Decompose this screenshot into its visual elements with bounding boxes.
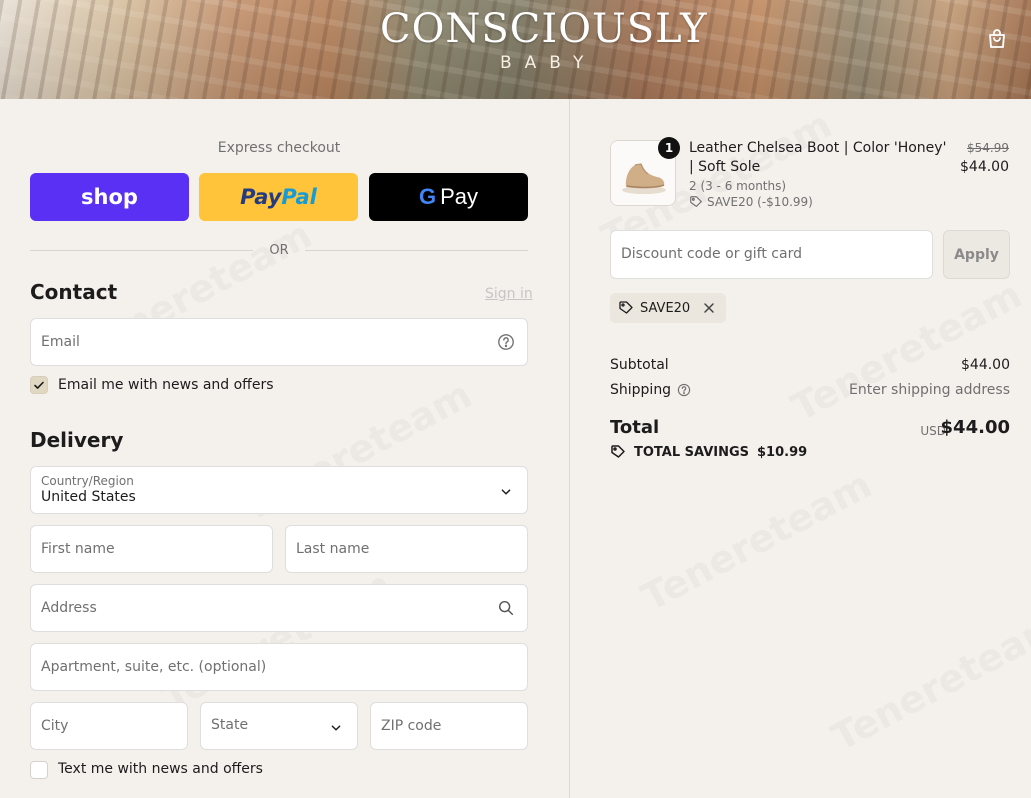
brand-logo[interactable]: CONSCIOUSLY BABY [380,6,708,82]
shop-pay-button[interactable]: shop [30,173,189,221]
shop-pay-label: shop [81,185,138,209]
chevron-down-icon [331,725,341,731]
search-icon [498,600,514,616]
checkmark-icon [34,381,44,389]
product-name: Leather Chelsea Boot | Color 'Honey' | S… [689,140,947,175]
checkout-form-column: Tenereteam Tenereteam Tenereteam Express… [0,99,569,798]
apartment-field[interactable]: Apartment, suite, etc. (optional) [30,643,528,691]
delivery-heading: Delivery [30,428,124,452]
first-name-field[interactable]: First name [30,525,273,573]
remove-code-icon[interactable] [702,301,716,315]
google-pay-button[interactable]: G Pay [369,173,528,221]
savings-value: $10.99 [757,444,808,460]
country-select[interactable]: Country/Region United States [30,466,528,514]
brand-sub: BABY [500,53,597,73]
email-news-label: Email me with news and offers [58,377,274,393]
header-banner: CONSCIOUSLY BABY [0,0,1031,99]
product-discount: SAVE20 (-$10.99) [689,195,813,209]
shopping-bag-icon[interactable] [985,27,1009,51]
email-news-checkbox[interactable] [30,376,48,394]
discount-code-input[interactable]: Discount code or gift card [610,230,933,279]
quantity-badge: 1 [658,137,680,159]
tag-icon [690,196,702,207]
tag-icon [611,445,625,458]
or-divider: OR [30,240,529,260]
text-news-checkbox[interactable] [30,761,48,779]
total-value: $44.00 [940,417,1010,438]
chevron-down-icon [501,489,511,495]
brand-name: CONSCIOUSLY [380,6,708,52]
tag-icon [619,301,633,314]
city-field[interactable]: City [30,702,188,750]
help-circle-icon[interactable] [677,383,691,397]
last-name-field[interactable]: Last name [285,525,528,573]
applied-code-chip: SAVE20 [610,293,727,323]
shipping-label: Shipping [610,382,672,398]
original-price: $54.99 [967,141,1009,155]
express-checkout-title: Express checkout [217,140,341,156]
zip-code-field[interactable]: ZIP code [370,702,528,750]
sign-in-link[interactable]: Sign in [485,286,533,302]
address-field[interactable]: Address [30,584,528,632]
google-g-icon: G [418,184,437,209]
subtotal-value: $44.00 [961,357,1010,373]
shipping-row: Shipping [610,382,691,398]
help-circle-icon[interactable] [497,333,515,351]
total-label: Total [610,417,660,438]
current-price: $44.00 [960,159,1009,175]
state-select[interactable]: State [200,702,358,750]
paypal-button[interactable]: Pay Pal [199,173,358,221]
subtotal-label: Subtotal [610,357,669,373]
savings-label: TOTAL SAVINGS [634,444,750,460]
total-savings: TOTAL SAVINGS $10.99 [610,444,807,460]
shipping-value: Enter shipping address [849,382,1010,398]
text-news-label: Text me with news and offers [58,761,263,777]
contact-heading: Contact [30,280,118,304]
product-variant: 2 (3 - 6 months) [689,179,787,193]
apply-button[interactable]: Apply [943,230,1010,279]
email-field[interactable]: Email [30,318,528,366]
order-summary-column: Tenereteam Tenereteam Tenereteam Teneret… [570,99,1031,798]
